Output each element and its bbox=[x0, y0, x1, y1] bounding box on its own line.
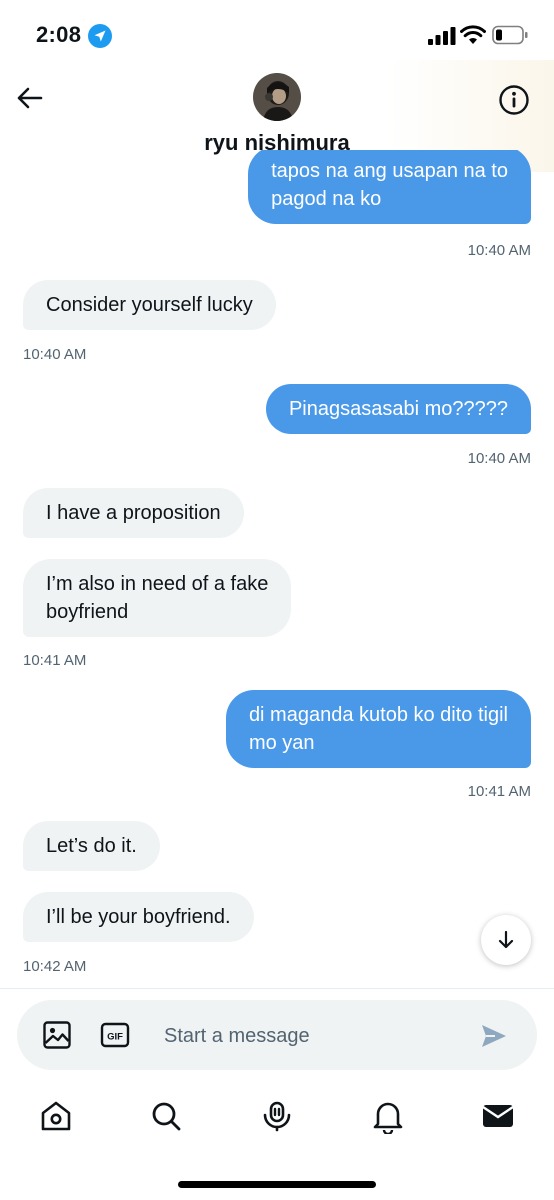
message-timestamp: 10:42 AM bbox=[23, 958, 87, 975]
message-text: Consider yourself lucky bbox=[46, 294, 253, 316]
message-text: mo yan bbox=[248, 732, 315, 754]
image-icon[interactable] bbox=[41, 1019, 73, 1051]
gif-icon[interactable]: GIF bbox=[99, 1019, 131, 1051]
message-bubble-incoming[interactable]: Consider yourself lucky bbox=[23, 280, 276, 330]
message-list[interactable]: tapos na ang usapan na to pagod na ko 10… bbox=[0, 150, 554, 988]
wifi-icon bbox=[460, 25, 486, 44]
info-icon[interactable] bbox=[497, 83, 531, 117]
cellular-signal-icon bbox=[428, 27, 456, 45]
message-composer: GIF bbox=[17, 1000, 537, 1070]
scroll-to-bottom-button[interactable] bbox=[481, 915, 531, 965]
avatar-photo bbox=[253, 73, 301, 121]
message-timestamp: 10:40 AM bbox=[467, 242, 531, 259]
gif-label: GIF bbox=[107, 1032, 123, 1043]
send-icon[interactable] bbox=[479, 1021, 509, 1051]
back-arrow-icon[interactable] bbox=[14, 82, 46, 114]
message-timestamp: 10:41 AM bbox=[23, 652, 87, 669]
message-text: Pinagsasasabi mo????? bbox=[288, 398, 508, 420]
message-text: I’m also in need of a fake bbox=[46, 573, 269, 595]
bottom-tab-bar bbox=[0, 1090, 554, 1150]
home-indicator bbox=[178, 1181, 376, 1188]
message-text: pagod na ko bbox=[271, 188, 382, 210]
composer-divider bbox=[0, 988, 554, 989]
message-timestamp: 10:40 AM bbox=[23, 346, 87, 363]
message-bubble-incoming[interactable]: I’ll be your boyfriend. bbox=[23, 892, 254, 942]
message-text: boyfriend bbox=[46, 601, 129, 623]
message-bubble-incoming[interactable]: I have a proposition bbox=[23, 488, 244, 538]
location-arrow-icon bbox=[88, 24, 112, 48]
message-timestamp: 10:40 AM bbox=[467, 450, 531, 467]
message-bubble-outgoing[interactable]: tapos na ang usapan na to pagod na ko bbox=[248, 150, 531, 224]
message-text: di maganda kutob ko dito tigil bbox=[248, 704, 508, 726]
arrow-down-icon bbox=[498, 930, 514, 949]
message-bubble-outgoing[interactable]: Pinagsasasabi mo????? bbox=[265, 384, 531, 434]
message-timestamp: 10:41 AM bbox=[467, 783, 531, 800]
message-bubble-outgoing[interactable]: di maganda kutob ko dito tigil mo yan bbox=[225, 690, 531, 768]
search-icon[interactable] bbox=[148, 1098, 184, 1134]
message-input[interactable] bbox=[164, 1022, 464, 1050]
notifications-icon[interactable] bbox=[370, 1098, 406, 1134]
message-text: I’ll be your boyfriend. bbox=[46, 906, 231, 928]
message-text: I have a proposition bbox=[46, 502, 221, 524]
battery-icon bbox=[492, 25, 528, 45]
message-bubble-incoming[interactable]: Let’s do it. bbox=[23, 821, 160, 871]
spaces-icon[interactable] bbox=[259, 1098, 295, 1134]
message-text: Let’s do it. bbox=[46, 835, 137, 857]
messages-icon[interactable] bbox=[480, 1098, 516, 1134]
status-time: 2:08 bbox=[36, 22, 82, 47]
home-icon[interactable] bbox=[38, 1098, 74, 1134]
message-bubble-incoming[interactable]: I’m also in need of a fake boyfriend bbox=[23, 559, 292, 637]
avatar[interactable] bbox=[253, 73, 301, 121]
message-text: tapos na ang usapan na to bbox=[271, 160, 508, 182]
